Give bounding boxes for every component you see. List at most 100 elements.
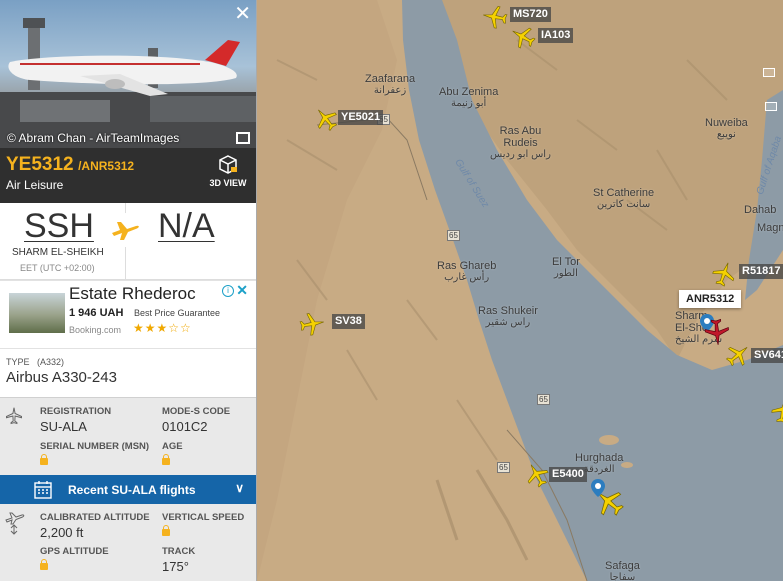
selected-aircraft-icon[interactable] <box>702 317 732 347</box>
map-square-marker <box>763 68 775 77</box>
flight-data: CALIBRATED ALTITUDE 2,200 ft VERTICAL SP… <box>0 504 256 581</box>
ad-info-icon[interactable]: i <box>222 285 234 297</box>
place-zaafarana: Zaafarana زعفرانة <box>365 73 415 97</box>
place-name-arabic: الطور <box>553 268 578 279</box>
destination-code: N/A <box>158 207 215 245</box>
place-dahab: Dahab <box>744 204 776 216</box>
registration-value[interactable]: SU-ALA <box>40 419 111 434</box>
gps-altitude: GPS ALTITUDE <box>40 546 109 575</box>
mode-s-label: MODE-S CODE <box>162 406 231 417</box>
place-magna: Magn <box>757 222 783 234</box>
ad-price: 1 946 UAH <box>69 307 124 319</box>
place-name-arabic: سفاجا <box>609 572 636 581</box>
track: TRACK 175° <box>162 546 195 574</box>
road-marker: 65 <box>447 230 460 241</box>
place-name: Nuweiba <box>705 117 748 129</box>
place-name-arabic: زعفرانة <box>373 85 407 96</box>
recent-flights-label: Recent SU-ALA flights <box>68 483 196 497</box>
road-marker: 65 <box>497 462 510 473</box>
map[interactable]: Zaafarana زعفرانة Abu Zenima أبو زنيمة Ras… <box>257 0 783 581</box>
photo-credit[interactable]: © Abram Chan - AirTeamImages <box>7 131 179 145</box>
ad-title[interactable]: Estate Rhederoc <box>69 284 196 304</box>
external-link-icon[interactable] <box>236 132 250 144</box>
aircraft-icon[interactable] <box>297 309 327 339</box>
ad-thumbnail[interactable] <box>9 293 65 333</box>
place-nuweiba: Nuweiba نويبع <box>705 117 748 141</box>
recent-flights-button[interactable]: Recent SU-ALA flights ∨ <box>0 475 256 504</box>
place-name: Dahab <box>744 204 777 216</box>
place-name: Hurghada <box>575 452 624 464</box>
lock-icon[interactable] <box>40 454 48 465</box>
destination-pin-icon <box>591 479 605 497</box>
place-name: Zaafarana <box>365 73 416 85</box>
type-model[interactable]: Airbus A330-243 <box>6 369 250 386</box>
place-name-arabic: رأس غارب <box>444 272 490 283</box>
origin-city: SHARM EL-SHEIKH <box>12 247 104 258</box>
cal-alt-value: 2,200 ft <box>40 525 84 540</box>
place-name: St Catherine <box>593 187 655 199</box>
callsign-label[interactable]: E5400 <box>549 467 587 482</box>
flight-header: YE5312 /ANR5312 Air Leisure 3D VIEW <box>0 148 256 203</box>
origin-timezone: EET (UTC +02:00) <box>20 263 95 273</box>
aircraft-icon[interactable] <box>480 2 510 32</box>
ad-rating-stars: ★★★☆☆ <box>133 321 192 335</box>
place-name: Ras Abu <box>499 125 542 137</box>
lock-icon[interactable] <box>162 454 170 465</box>
registration-label: REGISTRATION <box>40 406 112 417</box>
photo-scene <box>0 18 256 148</box>
close-icon[interactable]: ✕ <box>234 4 251 24</box>
place-name-arabic: أبو زنيمة <box>451 98 487 109</box>
aircraft-type: TYPE (A332) Airbus A330-243 <box>0 348 256 397</box>
cube-icon <box>219 155 237 174</box>
callsign-label[interactable]: MS720 <box>510 7 551 22</box>
place-ras-ghareb: Ras Ghareb رأس غارب <box>437 260 496 284</box>
vspeed-label: VERTICAL SPEED <box>162 512 245 523</box>
road-marker: 65 <box>537 394 550 405</box>
selected-aircraft-label[interactable]: ANR5312 <box>679 290 742 308</box>
airplane-icon <box>0 398 28 475</box>
vertical-speed: VERTICAL SPEED <box>162 512 244 541</box>
place-name-2: Rudeis <box>503 137 538 149</box>
track-value: 175° <box>162 559 189 574</box>
callsign-label[interactable]: R51817 <box>739 264 783 279</box>
place-name-arabic: راس شقير <box>485 317 531 328</box>
place-name-arabic: نويبع <box>716 129 736 140</box>
view-3d-button[interactable]: 3D VIEW <box>208 154 248 188</box>
calibrated-altitude: CALIBRATED ALTITUDE 2,200 ft <box>40 512 150 540</box>
place-name: Ras Ghareb <box>437 260 497 272</box>
aircraft-photo[interactable]: ✕ © Abram Chan - AirTeamImages <box>0 0 256 148</box>
place-ras-abu-rudeis: Ras Abu Rudeis راس ابو رديس <box>490 125 551 161</box>
cal-alt-label: CALIBRATED ALTITUDE <box>40 512 150 523</box>
callsign-label[interactable]: IA103 <box>538 28 574 43</box>
origin-code[interactable]: SSH <box>24 207 94 246</box>
aircraft-details: REGISTRATION SU-ALA MODE-S CODE 0101C2 S… <box>0 397 256 475</box>
place-name-arabic: سانت كاترين <box>596 199 651 210</box>
age: AGE <box>162 441 183 470</box>
ad-close-icon[interactable]: ✕ <box>236 282 248 299</box>
calendar-icon <box>34 481 52 499</box>
lock-icon[interactable] <box>162 525 170 536</box>
ad-guarantee: Best Price Guarantee <box>134 308 221 318</box>
lock-icon[interactable] <box>40 559 48 570</box>
map-square-marker <box>765 102 777 111</box>
callsign-label[interactable]: SV641 <box>751 348 783 363</box>
mode-s: MODE-S CODE 0101C2 <box>162 406 230 434</box>
route-summary: SSH SHARM EL-SHEIKH EET (UTC +02:00) N/A <box>0 203 256 280</box>
place-name: Abu Zenima <box>439 86 499 98</box>
view-3d-label: 3D VIEW <box>209 178 247 188</box>
gps-alt-label: GPS ALTITUDE <box>40 546 109 557</box>
route-plane-icon <box>108 213 142 247</box>
track-label: TRACK <box>162 546 196 557</box>
place-name: El Tor <box>552 256 580 268</box>
type-code: (A332) <box>37 357 65 367</box>
altitude-icon <box>0 504 28 581</box>
place-name: Safaga <box>605 560 640 572</box>
callsign-label[interactable]: SV38 <box>332 314 365 329</box>
place-st-catherine: St Catherine سانت كاترين <box>593 187 654 211</box>
serial-number: SERIAL NUMBER (MSN) <box>40 441 149 470</box>
serial-label: SERIAL NUMBER (MSN) <box>40 441 150 452</box>
hotel-ad[interactable]: Estate Rhederoc 1 946 UAH Best Price Gua… <box>0 280 256 348</box>
callsign-label[interactable]: YE5021 <box>338 110 384 125</box>
place-ras-shukeir: Ras Shukeir راس شقير <box>478 305 538 329</box>
alt-callsign: /ANR5312 <box>78 159 135 173</box>
